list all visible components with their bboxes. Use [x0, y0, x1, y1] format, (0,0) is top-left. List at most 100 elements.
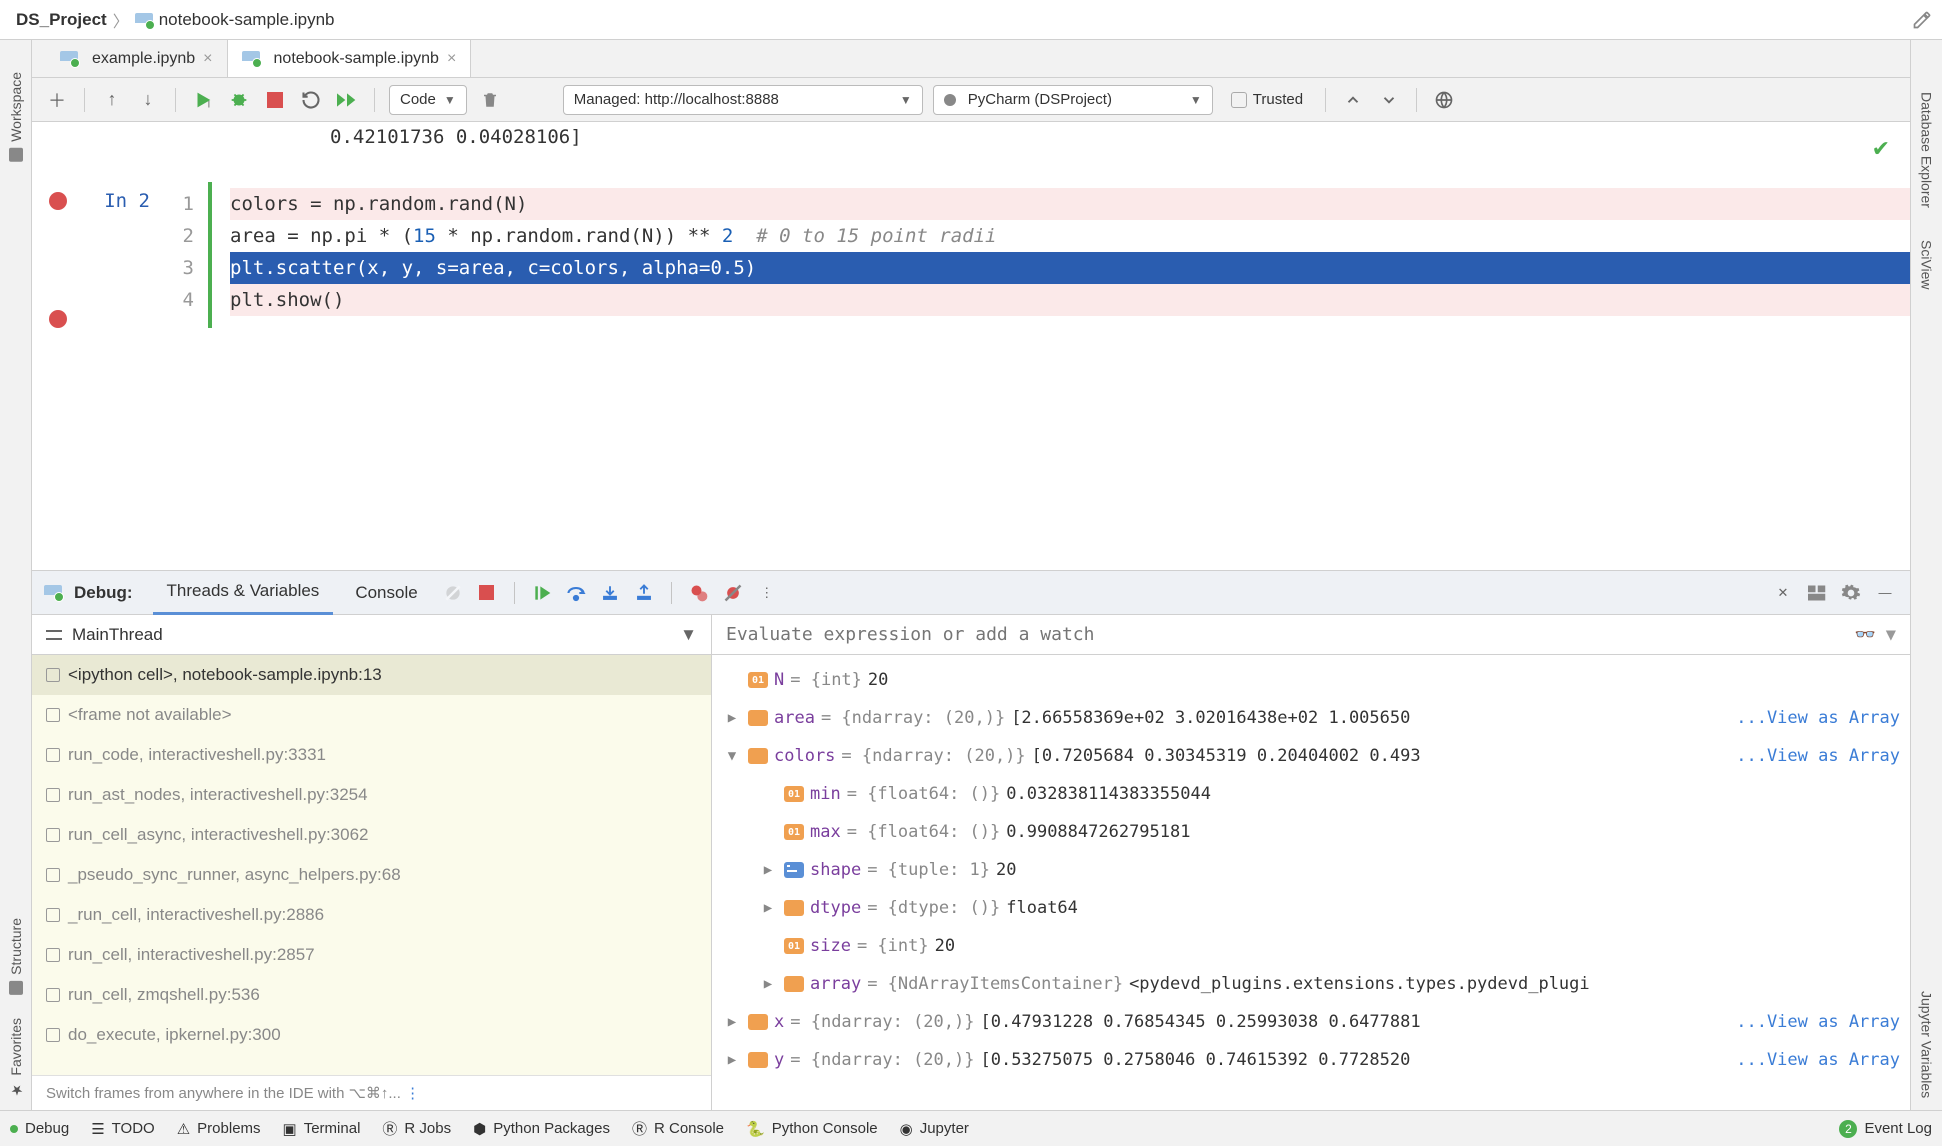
frame-item[interactable]: run_cell, interactiveshell.py:2857	[32, 935, 711, 975]
variable-row[interactable]: ▶dtype = {dtype: ()} float64	[712, 889, 1910, 927]
frame-item[interactable]: <ipython cell>, notebook-sample.ipynb:13	[32, 655, 711, 695]
tab-example[interactable]: example.ipynb ×	[46, 40, 228, 77]
line-numbers: 1234	[164, 182, 212, 328]
step-out-button[interactable]	[631, 580, 657, 606]
selected-line[interactable]: plt.scatter(x, y, s=area, c=colors, alph…	[230, 252, 1910, 284]
code-body[interactable]: colors = np.random.rand(N) area = np.pi …	[212, 182, 1910, 328]
status-debug[interactable]: Debug	[10, 1120, 69, 1137]
expand-toggle[interactable]: ▶	[758, 862, 778, 878]
more-icon[interactable]: ⋮	[754, 580, 780, 606]
variable-row[interactable]: ▶x = {ndarray: (20,)} [0.47931228 0.7685…	[712, 1003, 1910, 1041]
frame-item[interactable]: _run_cell, interactiveshell.py:2886	[32, 895, 711, 935]
variable-row[interactable]: 01min = {float64: ()} 0.0328381143833550…	[712, 775, 1910, 813]
mute-breakpoints-button[interactable]	[440, 580, 466, 606]
variable-row[interactable]: ▶area = {ndarray: (20,)} [2.66558369e+02…	[712, 699, 1910, 737]
r-icon: Ⓡ	[382, 1118, 397, 1139]
settings-icon[interactable]	[1838, 580, 1864, 606]
frame-item[interactable]: run_code, interactiveshell.py:3331	[32, 735, 711, 775]
rail-favorites[interactable]: ★Favorites	[8, 1006, 24, 1110]
variable-row[interactable]: ▶array = {NdArrayItemsContainer} <pydevd…	[712, 965, 1910, 1003]
status-event-log[interactable]: 2Event Log	[1839, 1120, 1932, 1138]
variable-row[interactable]: ▼colors = {ndarray: (20,)} [0.7205684 0.…	[712, 737, 1910, 775]
chevron-down-icon[interactable]: ▼	[1886, 625, 1896, 645]
close-icon[interactable]: ×	[203, 50, 212, 68]
breadcrumb-project[interactable]: DS_Project	[10, 10, 113, 30]
status-r-console[interactable]: ⓇR Console	[632, 1118, 724, 1139]
server-dropdown[interactable]: Managed: http://localhost:8888▼	[563, 85, 923, 115]
view-breakpoints-button[interactable]	[686, 580, 712, 606]
rail-jupyter-variables[interactable]: Jupyter Variables	[1919, 971, 1935, 1110]
breakpoint-gutter[interactable]	[32, 182, 84, 328]
expand-toggle[interactable]: ▼	[722, 748, 742, 764]
status-python-console[interactable]: 🐍Python Console	[746, 1120, 878, 1138]
globe-icon[interactable]	[1431, 87, 1457, 113]
view-as-array-link[interactable]: ...View as Array	[1736, 1050, 1900, 1070]
collapse-down-button[interactable]	[1376, 87, 1402, 113]
breakpoint-marker[interactable]	[49, 310, 67, 328]
thread-selector[interactable]: MainThread ▼	[32, 615, 711, 655]
code-cell[interactable]: In 2 1234 colors = np.random.rand(N) are…	[32, 182, 1910, 328]
status-todo[interactable]: ☰TODO	[91, 1120, 155, 1138]
run-button[interactable]: I	[190, 87, 216, 113]
status-jupyter[interactable]: ◉Jupyter	[900, 1120, 969, 1138]
tab-console[interactable]: Console	[341, 571, 431, 615]
frame-item[interactable]: run_ast_nodes, interactiveshell.py:3254	[32, 775, 711, 815]
move-up-button[interactable]: ↑	[99, 87, 125, 113]
stop-button[interactable]	[262, 87, 288, 113]
expand-toggle[interactable]: ▶	[758, 976, 778, 992]
trusted-checkbox[interactable]: Trusted	[1231, 91, 1303, 108]
cell-type-dropdown[interactable]: Code▼	[389, 85, 467, 115]
variable-row[interactable]: ▶y = {ndarray: (20,)} [0.53275075 0.2758…	[712, 1041, 1910, 1079]
variable-row[interactable]: 01size = {int} 20	[712, 927, 1910, 965]
kernel-dropdown[interactable]: PyCharm (DSProject)▼	[933, 85, 1213, 115]
close-icon[interactable]: ×	[447, 50, 456, 68]
step-over-button[interactable]	[563, 580, 589, 606]
rail-database-explorer[interactable]: Database Explorer	[1919, 60, 1935, 220]
expand-toggle[interactable]: ▶	[722, 1014, 742, 1030]
expand-toggle[interactable]: ▶	[722, 1052, 742, 1068]
minimize-icon[interactable]: —	[1872, 580, 1898, 606]
rail-sciview[interactable]: SciView	[1919, 220, 1935, 302]
frame-item[interactable]: _pseudo_sync_runner, async_helpers.py:68	[32, 855, 711, 895]
close-debug-button[interactable]: ✕	[1770, 580, 1796, 606]
variable-row[interactable]: 01max = {float64: ()} 0.9908847262795181	[712, 813, 1910, 851]
delete-cell-button[interactable]	[477, 87, 503, 113]
status-problems[interactable]: ⚠Problems	[177, 1120, 261, 1138]
variable-value: 0.9908847262795181	[1006, 822, 1900, 842]
notebook-file-icon	[242, 51, 260, 66]
frame-item[interactable]: run_cell_async, interactiveshell.py:3062	[32, 815, 711, 855]
stop-debug-button[interactable]	[474, 580, 500, 606]
tab-notebook-sample[interactable]: notebook-sample.ipynb ×	[228, 40, 472, 77]
expand-toggle[interactable]: ▶	[758, 900, 778, 916]
watch-input[interactable]	[726, 624, 1845, 645]
step-into-button[interactable]	[597, 580, 623, 606]
status-python-packages[interactable]: ⬢Python Packages	[473, 1120, 610, 1138]
layout-button[interactable]	[1804, 580, 1830, 606]
run-all-button[interactable]	[334, 87, 360, 113]
frame-item[interactable]: do_execute, ipkernel.py:300	[32, 1015, 711, 1055]
tab-threads-variables[interactable]: Threads & Variables	[153, 571, 334, 615]
variable-row[interactable]: ▶shape = {tuple: 1} 20	[712, 851, 1910, 889]
frame-item[interactable]: run_cell, zmqshell.py:536	[32, 975, 711, 1015]
rail-structure[interactable]: Structure	[8, 906, 24, 1007]
variable-row[interactable]: 01N = {int} 20	[712, 661, 1910, 699]
restart-button[interactable]	[298, 87, 324, 113]
edit-icon[interactable]	[1912, 10, 1932, 30]
frame-item[interactable]: <frame not available>	[32, 695, 711, 735]
breakpoint-marker[interactable]	[49, 192, 67, 210]
collapse-up-button[interactable]	[1340, 87, 1366, 113]
view-as-array-link[interactable]: ...View as Array	[1736, 708, 1900, 728]
status-terminal[interactable]: ▣Terminal	[283, 1120, 361, 1138]
expand-toggle[interactable]: ▶	[722, 710, 742, 726]
view-as-array-link[interactable]: ...View as Array	[1736, 1012, 1900, 1032]
debug-button[interactable]	[226, 87, 252, 113]
glasses-icon[interactable]: 👓	[1855, 625, 1876, 645]
rail-workspace[interactable]: Workspace	[8, 60, 24, 174]
resume-button[interactable]	[529, 580, 555, 606]
add-cell-button[interactable]: ＋	[44, 87, 70, 113]
move-down-button[interactable]: ↓	[135, 87, 161, 113]
view-as-array-link[interactable]: ...View as Array	[1736, 746, 1900, 766]
status-r-jobs[interactable]: ⓇR Jobs	[382, 1118, 451, 1139]
breadcrumb-file[interactable]: notebook-sample.ipynb	[129, 10, 341, 30]
mute-button[interactable]	[720, 580, 746, 606]
